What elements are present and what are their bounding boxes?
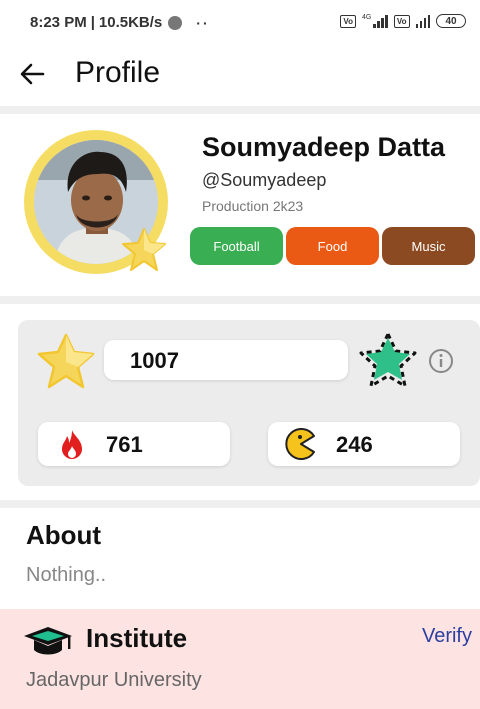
profile-section: Soumyadeep Datta @Soumyadeep Production … [0, 114, 480, 296]
tag-football[interactable]: Football [190, 227, 283, 265]
streak-pill: 761 [38, 422, 230, 466]
user-handle: @Soumyadeep [202, 170, 327, 190]
user-meta: Production 2k23 [202, 198, 304, 214]
graduation-cap-icon [24, 627, 72, 655]
institute-title: Institute [86, 623, 188, 653]
gold-star-icon [122, 228, 166, 271]
pacman-pill: 246 [268, 422, 460, 466]
status-separator: | [90, 14, 95, 31]
signal-icon-2 [415, 14, 430, 28]
divider [0, 500, 480, 508]
app-header: Profile [0, 44, 480, 106]
pacman-value: 246 [336, 432, 373, 457]
fire-icon [62, 430, 82, 459]
status-speed: 10.5KB/s [98, 14, 163, 31]
status-right: Vo 4G Vo 40 [340, 14, 466, 28]
gold-star-icon [37, 333, 95, 389]
divider [0, 296, 480, 304]
signal-icon [373, 14, 388, 28]
about-title: About [26, 520, 102, 550]
status-time: 8:23 PM [30, 14, 87, 31]
page-title: Profile [75, 56, 161, 89]
tag-music[interactable]: Music [382, 227, 475, 265]
battery-icon: 40 [436, 14, 466, 28]
arrow-left-icon[interactable] [18, 60, 46, 88]
status-bar: 8:23 PM | 10.5KB/s ·· Vo 4G Vo 40 [0, 0, 480, 44]
volte-icon: Vo [340, 14, 357, 28]
network-type: 4G [362, 14, 372, 21]
institute-name: Jadavpur University [26, 669, 202, 691]
pacman-icon [285, 428, 315, 460]
stars-pill: 1007 [104, 340, 348, 380]
streak-value: 761 [106, 432, 143, 457]
verify-link[interactable]: Verify [422, 625, 472, 648]
more-notifications-indicator: ·· [196, 14, 210, 31]
divider [0, 106, 480, 114]
status-left: 8:23 PM | 10.5KB/s ·· [30, 14, 210, 31]
info-icon[interactable] [428, 348, 454, 374]
volte-icon-2: Vo [393, 14, 410, 28]
about-text: Nothing.. [26, 564, 107, 586]
green-star-badge-icon[interactable] [358, 330, 418, 390]
tag-food[interactable]: Food [286, 227, 379, 265]
institute-section: Institute Verify Jadavpur University [0, 609, 480, 709]
user-name: Soumyadeep Datta [202, 132, 446, 162]
about-section: About Nothing.. [0, 508, 480, 608]
notification-icon [168, 15, 183, 30]
interest-tags: Football Food Music [190, 227, 475, 265]
stats-card: 1007 761 246 [18, 320, 480, 486]
stars-value: 1007 [130, 348, 179, 373]
